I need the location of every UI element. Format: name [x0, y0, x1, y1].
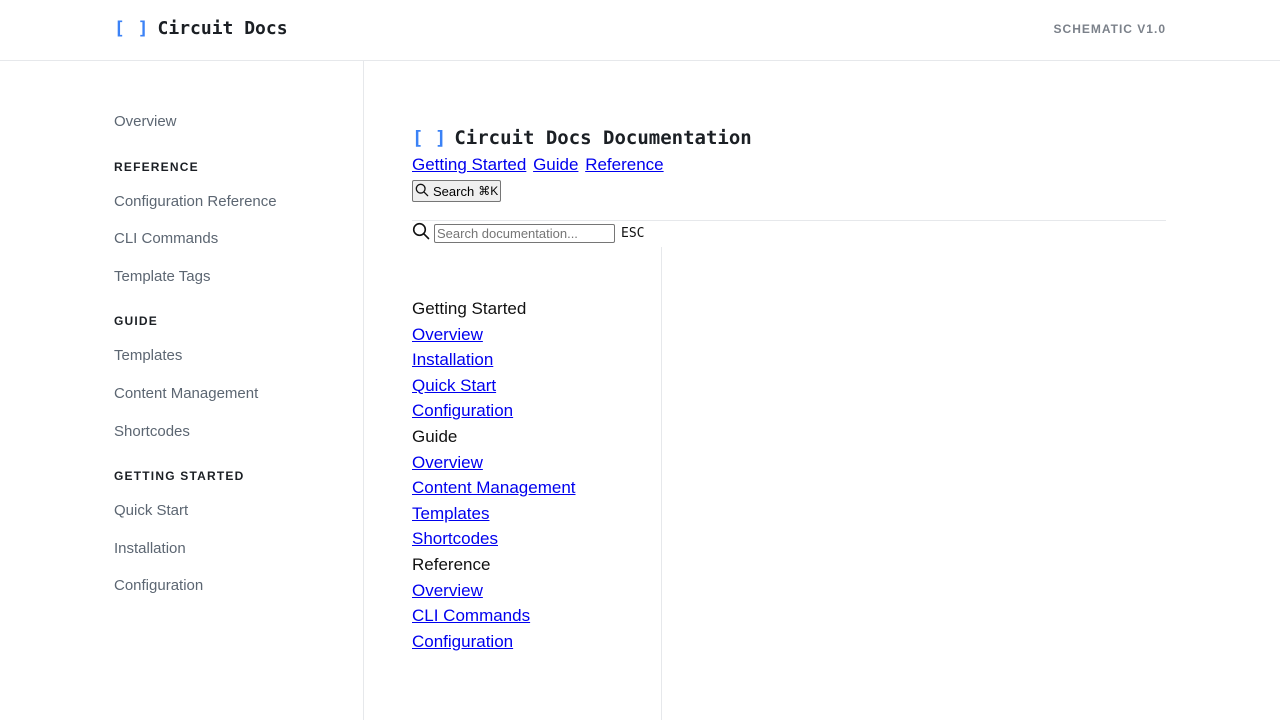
- nav-link-quick-start[interactable]: Quick Start: [412, 373, 576, 399]
- nav-link-guide-overview[interactable]: Overview: [412, 450, 576, 476]
- sidebar-item-templates[interactable]: Templates: [114, 347, 182, 364]
- nav-link-shortcodes[interactable]: Shortcodes: [412, 526, 576, 552]
- top-link-guide[interactable]: Guide: [533, 155, 578, 174]
- sidebar: Overview REFERENCE Configuration Referen…: [0, 61, 364, 720]
- brand-name: Circuit Docs: [157, 18, 288, 39]
- top-nav-links: Getting Started Guide Reference: [412, 155, 666, 175]
- title-brackets: [ ]: [412, 127, 447, 149]
- title-text: Circuit Docs Documentation: [454, 127, 752, 149]
- nav-link-reference-configuration[interactable]: Configuration: [412, 629, 576, 655]
- top-link-reference[interactable]: Reference: [585, 155, 663, 174]
- sidebar-item-installation[interactable]: Installation: [114, 540, 186, 557]
- top-bar: [ ] Circuit Docs SCHEMATIC V1.0: [0, 0, 1280, 61]
- nav-link-overview[interactable]: Overview: [412, 322, 576, 348]
- page-title: [ ] Circuit Docs Documentation: [412, 127, 752, 149]
- nav-link-cli-commands[interactable]: CLI Commands: [412, 603, 576, 629]
- search-button-label: Search: [433, 183, 475, 199]
- nav-group-reference: Reference: [412, 554, 491, 574]
- sidebar-heading-getting-started: GETTING STARTED: [114, 469, 245, 483]
- sidebar-item-content-management[interactable]: Content Management: [114, 385, 258, 402]
- nav-link-content-management[interactable]: Content Management: [412, 475, 576, 501]
- nav-link-templates[interactable]: Templates: [412, 501, 576, 527]
- sidebar-item-quick-start[interactable]: Quick Start: [114, 502, 188, 519]
- sidebar-item-shortcodes[interactable]: Shortcodes: [114, 423, 190, 440]
- sidebar-item-cli-commands[interactable]: CLI Commands: [114, 230, 218, 247]
- brand-logo-link[interactable]: [ ] Circuit Docs: [114, 18, 288, 39]
- docs-nav-list: Getting Started Overview Installation Qu…: [412, 296, 576, 654]
- sidebar-item-configuration-reference[interactable]: Configuration Reference: [114, 193, 277, 210]
- nav-link-reference-overview[interactable]: Overview: [412, 578, 576, 604]
- search-icon: [415, 183, 429, 200]
- divider: [412, 220, 1166, 221]
- nav-link-configuration[interactable]: Configuration: [412, 398, 576, 424]
- sidebar-item-template-tags[interactable]: Template Tags: [114, 268, 210, 285]
- search-icon: [412, 222, 430, 245]
- nav-group-getting-started: Getting Started: [412, 299, 527, 318]
- brand-brackets: [ ]: [114, 18, 150, 39]
- search-input[interactable]: [434, 224, 615, 243]
- sidebar-heading-reference: REFERENCE: [114, 160, 199, 174]
- search-button[interactable]: Search ⌘K: [412, 180, 502, 202]
- top-link-getting-started[interactable]: Getting Started: [412, 155, 526, 174]
- results-divider: [661, 247, 662, 720]
- esc-hint[interactable]: ESC: [621, 226, 644, 241]
- main-content: [ ] Circuit Docs Documentation Getting S…: [412, 61, 1166, 720]
- nav-link-installation[interactable]: Installation: [412, 347, 576, 373]
- search-panel: ESC: [412, 222, 644, 245]
- nav-group-guide: Guide: [412, 426, 458, 446]
- sidebar-heading-guide: GUIDE: [114, 314, 159, 328]
- sidebar-item-overview[interactable]: Overview: [114, 113, 177, 130]
- sidebar-item-configuration[interactable]: Configuration: [114, 577, 203, 594]
- version-label: SCHEMATIC V1.0: [1053, 22, 1166, 36]
- search-shortcut: ⌘K: [478, 184, 499, 198]
